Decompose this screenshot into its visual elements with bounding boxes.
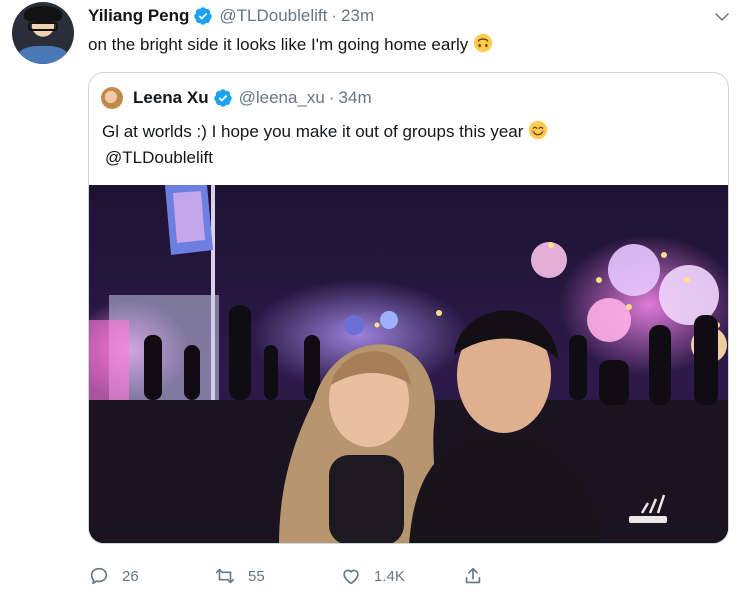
tweet-text: on the bright side it looks like I'm goi… [88,33,493,56]
quoted-author-handle[interactable]: @leena_xu [239,88,325,108]
quoted-author-avatar[interactable] [101,87,123,109]
avatar-shirt [18,46,68,64]
reply-count: 26 [122,567,139,585]
retweet-count: 55 [248,567,265,585]
chevron-down-icon[interactable] [712,7,732,27]
tweet-actions: 26 55 1.4K [88,562,728,590]
share-button[interactable] [462,562,496,590]
verified-badge-icon [213,88,233,108]
quoted-tweet[interactable]: Leena Xu @leena_xu · 34m Gl at worlds :)… [88,72,729,544]
like-button[interactable]: 1.4K [340,562,405,590]
separator-dot: · [331,6,338,25]
smiling-face-emoji [528,120,548,140]
quoted-header: Leena Xu @leena_xu · 34m [133,87,372,109]
author-handle[interactable]: @TLDoublelift [219,6,327,26]
festival-photo-illustration [89,185,728,543]
reply-button[interactable]: 26 [88,562,139,590]
tweet-card[interactable]: Yiliang Peng @TLDoublelift · 23m on the … [0,0,750,596]
quoted-text: Gl at worlds :) I hope you make it out o… [102,119,548,171]
verified-badge-icon [193,6,213,26]
heart-icon [343,569,359,585]
reply-icon [90,567,108,585]
quoted-photo[interactable] [89,185,728,543]
tweet-header: Yiliang Peng @TLDoublelift · 23m [88,5,374,27]
retweet-icon [215,568,235,584]
author-name[interactable]: Yiliang Peng [88,6,189,26]
separator-dot: · [328,88,335,107]
share-icon [465,567,481,584]
author-avatar[interactable] [12,2,74,64]
tweet-text-content: on the bright side it looks like I'm goi… [88,35,469,54]
quoted-text-content: Gl at worlds :) I hope you make it out o… [102,122,524,141]
upside-down-face-emoji [473,33,493,53]
retweet-button[interactable]: 55 [214,562,265,590]
tweet-timestamp[interactable]: 23m [341,6,374,26]
avatar-glasses [28,22,58,31]
quoted-text-line-1: Gl at worlds :) I hope you make it out o… [102,119,548,145]
quoted-timestamp[interactable]: 34m [339,88,372,108]
like-count: 1.4K [374,567,405,585]
avatar-hair [24,6,62,22]
quoted-mention-link[interactable]: @TLDoublelift [105,145,548,171]
quoted-author-name[interactable]: Leena Xu [133,88,209,108]
